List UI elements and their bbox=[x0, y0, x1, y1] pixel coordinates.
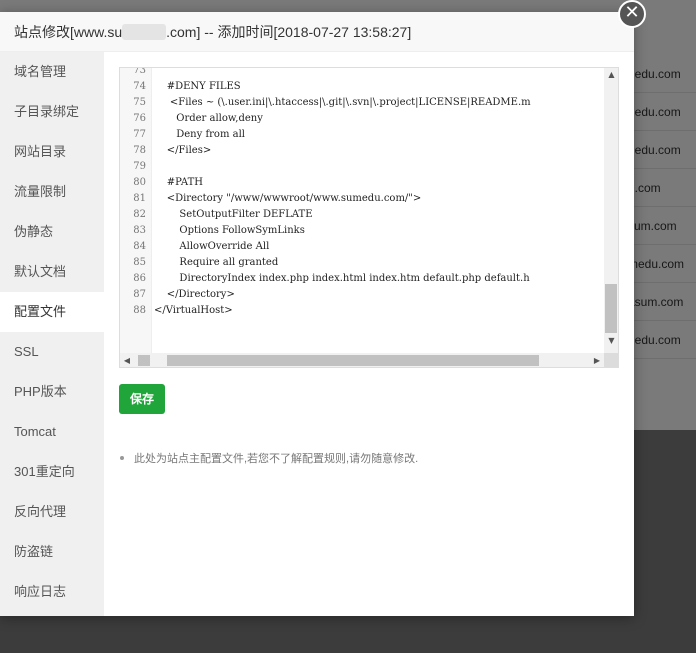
code-text: Deny from all bbox=[154, 129, 245, 140]
sidebar-item[interactable]: 防盗链 bbox=[0, 532, 104, 572]
sidebar-item[interactable]: 301重定向 bbox=[0, 452, 104, 492]
settings-sidebar: 域名管理 子目录绑定 网站目录 流量限制 伪静态 默认文档 配置文件 SSL PHP版本 Tomc… bbox=[0, 52, 104, 616]
code-text: #DENY FILES bbox=[154, 81, 241, 92]
sidebar-item[interactable]: PHP版本 bbox=[0, 372, 104, 412]
code-line: 79 bbox=[120, 159, 604, 175]
modal-title-prefix: 站点修改[www.su bbox=[14, 24, 123, 40]
config-code-editor[interactable]: 73 74 #DENY FILES 75 <Files ~ (\.user.ini|… bbox=[119, 67, 619, 368]
line-number: 74 bbox=[133, 81, 146, 92]
sidebar-item[interactable]: 响应日志 bbox=[0, 572, 104, 612]
line-number: 88 bbox=[133, 305, 146, 316]
sidebar-item[interactable]: 伪静态 bbox=[0, 212, 104, 252]
sidebar-item[interactable]: SSL bbox=[0, 332, 104, 372]
line-number: 76 bbox=[133, 113, 146, 124]
line-number: 81 bbox=[133, 193, 146, 204]
line-number: 85 bbox=[133, 257, 146, 268]
code-line: 86 DirectoryIndex index.php index.html i… bbox=[120, 271, 604, 287]
sidebar-item[interactable]: 反向代理 bbox=[0, 492, 104, 532]
sidebar-item[interactable]: 子目录绑定 bbox=[0, 92, 104, 132]
bullet-icon bbox=[120, 456, 124, 460]
line-number: 82 bbox=[133, 209, 146, 220]
code-text: SetOutputFilter DEFLATE bbox=[154, 209, 313, 220]
code-line: 88 </VirtualHost> bbox=[120, 303, 604, 319]
code-text: <Files ~ (\.user.ini|\.htaccess|\.git|\.… bbox=[154, 97, 531, 108]
code-text: DirectoryIndex index.php index.html inde… bbox=[154, 273, 530, 284]
code-line: 83 Options FollowSymLinks bbox=[120, 223, 604, 239]
sidebar-item[interactable]: 默认文档 bbox=[0, 252, 104, 292]
code-text: </VirtualHost> bbox=[154, 305, 233, 316]
code-line: 75 <Files ~ (\.user.ini|\.htaccess|\.git… bbox=[120, 95, 604, 111]
code-text: Require all granted bbox=[154, 257, 279, 268]
line-number: 86 bbox=[133, 273, 146, 284]
redacted-blur bbox=[122, 24, 167, 40]
code-line: 85 Require all granted bbox=[120, 255, 604, 271]
sidebar-item[interactable]: 配置文件 bbox=[0, 292, 104, 332]
line-number: 83 bbox=[133, 225, 146, 236]
sidebar-item[interactable]: Tomcat bbox=[0, 412, 104, 452]
line-number: 78 bbox=[133, 145, 146, 156]
code-text: #PATH bbox=[154, 177, 203, 188]
sidebar-item[interactable]: 网站目录 bbox=[0, 132, 104, 172]
code-text: Options FollowSymLinks bbox=[154, 225, 305, 236]
code-text: <Directory "/www/wwwroot/www.sumedu.com/… bbox=[154, 193, 422, 204]
line-number: 77 bbox=[133, 129, 146, 140]
code-text: AllowOverride All bbox=[154, 241, 270, 252]
sidebar-item[interactable]: 流量限制 bbox=[0, 172, 104, 212]
code-line: 81 <Directory "/www/wwwroot/www.sumedu.c… bbox=[120, 191, 604, 207]
site-edit-modal: 站点修改[www.su .com] -- 添加时间[2018-07-27 13:5… bbox=[0, 12, 634, 616]
code-line: 73 bbox=[120, 67, 604, 79]
horizontal-scroll-thumb[interactable] bbox=[167, 355, 539, 366]
vertical-scroll-thumb[interactable] bbox=[605, 284, 617, 333]
config-warning-text: 此处为站点主配置文件,若您不了解配置规则,请勿随意修改. bbox=[134, 453, 419, 465]
code-text: </Files> bbox=[154, 145, 212, 156]
line-number: 73 bbox=[133, 67, 146, 76]
code-lines: 73 74 #DENY FILES 75 <Files ~ (\.user.ini|… bbox=[120, 67, 604, 319]
code-line: 78 </Files> bbox=[120, 143, 604, 159]
modal-title-suffix: .com] -- 添加时间[2018-07-27 13:58:27] bbox=[166, 24, 412, 40]
horizontal-scrollbar[interactable]: ◀ ▶ bbox=[120, 353, 604, 367]
code-line: 87 </Directory> bbox=[120, 287, 604, 303]
code-text: </Directory> bbox=[154, 289, 235, 300]
line-number: 80 bbox=[133, 177, 146, 188]
line-number: 79 bbox=[133, 161, 146, 172]
line-number: 75 bbox=[133, 97, 146, 108]
scroll-left-icon[interactable]: ◀ bbox=[120, 353, 134, 367]
save-button[interactable]: 保存 bbox=[119, 384, 165, 414]
scroll-down-icon[interactable]: ▼ bbox=[604, 334, 618, 348]
code-line: 77 Deny from all bbox=[120, 127, 604, 143]
line-number: 87 bbox=[133, 289, 146, 300]
line-number: 84 bbox=[133, 241, 146, 252]
code-line: 76 Order allow,deny bbox=[120, 111, 604, 127]
scrollbar-corner bbox=[604, 353, 618, 367]
scroll-up-icon[interactable]: ▲ bbox=[604, 68, 618, 82]
code-line: 84 AllowOverride All bbox=[120, 239, 604, 255]
code-text: Order allow,deny bbox=[154, 113, 263, 124]
scroll-right-icon[interactable]: ▶ bbox=[590, 353, 604, 367]
config-file-panel: 73 74 #DENY FILES 75 <Files ~ (\.user.ini|… bbox=[104, 52, 634, 616]
code-line: 80 #PATH bbox=[120, 175, 604, 191]
code-line: 82 SetOutputFilter DEFLATE bbox=[120, 207, 604, 223]
modal-header: 站点修改[www.su .com] -- 添加时间[2018-07-27 13:5… bbox=[0, 12, 634, 52]
horizontal-scroll-block bbox=[138, 355, 150, 366]
vertical-scrollbar[interactable]: ▲ ▼ bbox=[604, 68, 618, 353]
sidebar-item[interactable]: 域名管理 bbox=[0, 52, 104, 92]
code-line: 74 #DENY FILES bbox=[120, 79, 604, 95]
config-warning-note: 此处为站点主配置文件,若您不了解配置规则,请勿随意修改. bbox=[120, 450, 418, 466]
close-icon[interactable]: ✕ bbox=[618, 0, 646, 28]
